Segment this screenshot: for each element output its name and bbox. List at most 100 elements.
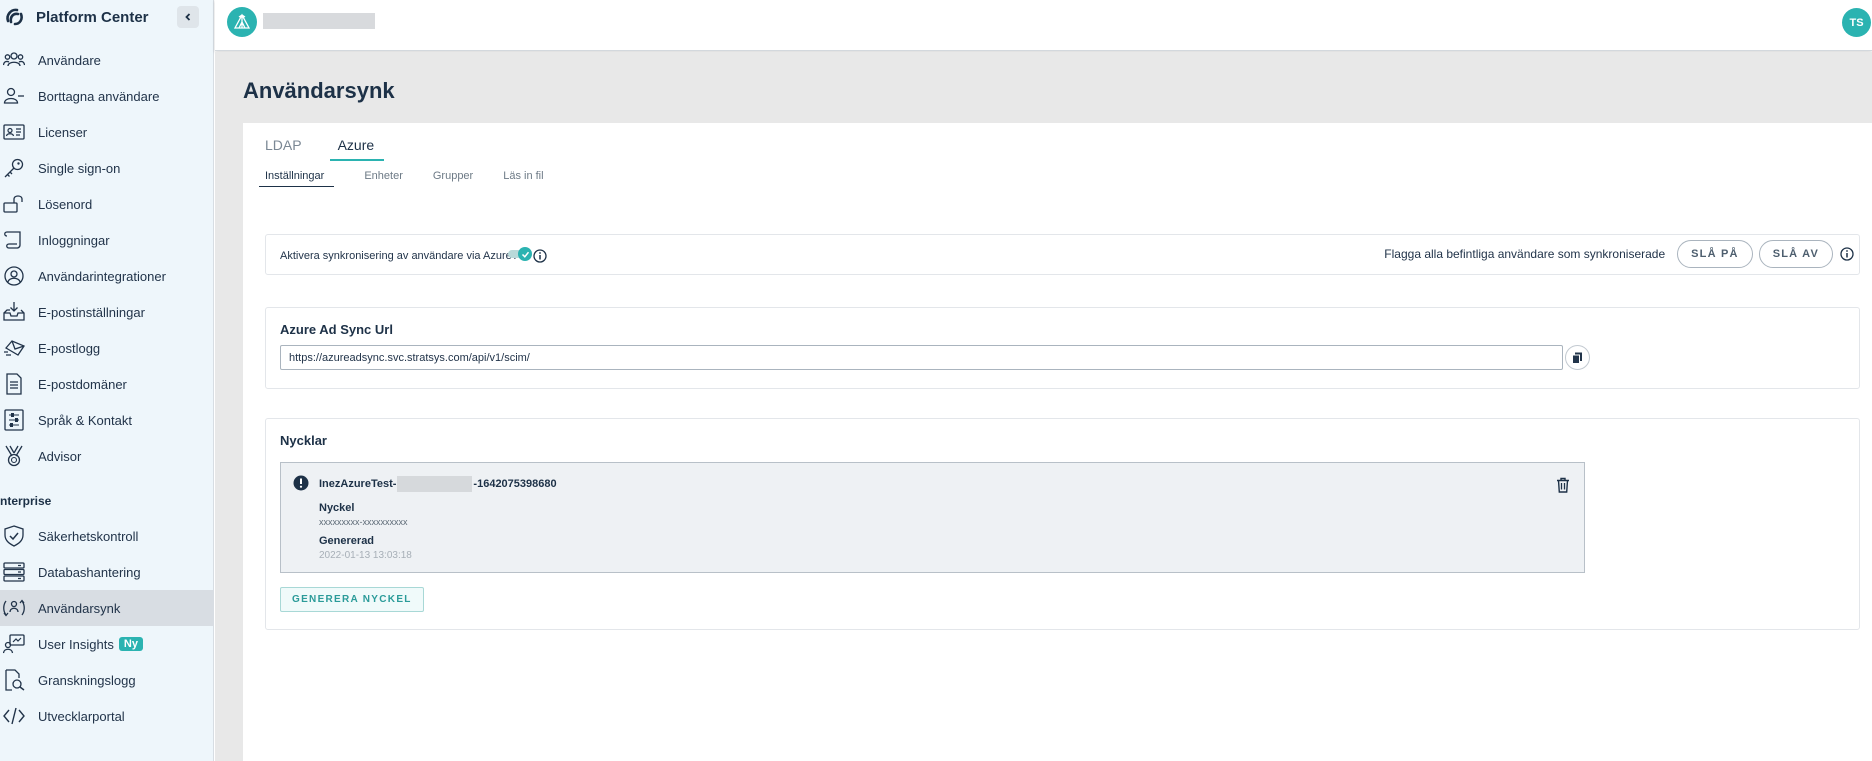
generated-date: 2022-01-13 13:03:18 (319, 550, 412, 561)
key-name-redacted (397, 476, 473, 492)
sidebar-item-label: E-postinställningar (38, 304, 145, 320)
sidebar-item-label: Användarsynk (38, 600, 121, 616)
keys-panel: Nycklar InezAzureTest- -1642075398680 Ny… (265, 418, 1860, 630)
database-icon (2, 560, 26, 584)
document-icon (2, 372, 26, 396)
mail-fly-icon (2, 336, 26, 360)
sidebar-item-database[interactable]: Databashantering (0, 554, 214, 590)
sidebar-item-audit-log[interactable]: Granskningslogg (0, 662, 214, 698)
key-value: xxxxxxxxx-xxxxxxxxxx (319, 517, 408, 527)
sync-url-input[interactable] (280, 345, 1563, 370)
sidebar-item-password[interactable]: Lösenord (0, 186, 214, 222)
sliders-icon (2, 408, 26, 432)
tab-ldap[interactable]: LDAP (265, 137, 310, 161)
subtab-groups[interactable]: Grupper (433, 169, 473, 187)
sidebar-item-label: Licenser (38, 124, 88, 140)
content-card: LDAP Azure Inställningar Enheter Grupper… (243, 123, 1872, 761)
code-icon (2, 704, 26, 728)
generate-key-button[interactable]: GENERERA NYCKEL (280, 587, 424, 612)
sidebar-item-user-integrations[interactable]: Användarintegrationer (0, 258, 214, 294)
key-value-label: Nyckel (319, 502, 355, 514)
tab-azure[interactable]: Azure (329, 137, 385, 161)
azure-subtabs: Inställningar Enheter Grupper Läs in fil (259, 169, 574, 187)
sync-url-title: Azure Ad Sync Url (280, 322, 393, 337)
sidebar-item-label: E-postlogg (38, 340, 101, 356)
user-avatar[interactable]: TS (1842, 8, 1871, 37)
users-icon (2, 48, 26, 72)
key-name-prefix: InezAzureTest- (319, 478, 397, 490)
flag-users-label: Flagga alla befintliga användare som syn… (1384, 247, 1666, 261)
sidebar-item-label: Inloggningar (38, 232, 110, 248)
key-name-suffix: -1642075398680 (473, 478, 557, 490)
subtab-settings[interactable]: Inställningar (259, 169, 335, 187)
sidebar-item-label: Användarintegrationer (38, 268, 166, 284)
subtab-load-file[interactable]: Läs in fil (503, 169, 543, 187)
trash-icon (1557, 477, 1569, 493)
toggle-knob (518, 247, 532, 261)
sync-toggle-label: Aktivera synkronisering av användare via… (280, 250, 530, 262)
sidebar-item-deleted-users[interactable]: Borttagna användare (0, 78, 214, 114)
sidebar-item-licenses[interactable]: Licenser (0, 114, 214, 150)
generated-label: Genererad (319, 535, 375, 547)
organization-name-redacted (263, 13, 375, 29)
inbox-download-icon (2, 300, 26, 324)
new-badge: Ny (118, 637, 143, 651)
user-sync-icon (2, 596, 26, 620)
turn-on-button[interactable]: SLÅ PÅ (1677, 240, 1753, 268)
sidebar-item-label: Användare (38, 52, 101, 68)
sidebar-nav: Användare Borttagna användare Licenser S… (0, 42, 214, 734)
sidebar-item-label: Borttagna användare (38, 88, 160, 104)
key-item: InezAzureTest- -1642075398680 Nyckel xxx… (280, 462, 1585, 573)
sidebar-item-label: Databashantering (38, 564, 141, 580)
tent-icon (233, 13, 251, 29)
key-name: InezAzureTest- -1642075398680 (319, 476, 557, 492)
app-title: Platform Center (36, 8, 149, 26)
sync-url-panel: Azure Ad Sync Url (265, 307, 1860, 389)
delete-key-button[interactable] (1554, 476, 1572, 494)
alert-icon (293, 475, 309, 491)
id-card-icon (2, 120, 26, 144)
sidebar-item-label: Utvecklarportal (38, 708, 125, 724)
sidebar-item-user-sync[interactable]: Användarsynk (0, 590, 214, 626)
sync-settings-panel: Aktivera synkronisering av användare via… (265, 234, 1860, 275)
azure-sync-toggle[interactable] (506, 245, 536, 263)
top-bar: TS (215, 0, 1872, 51)
insights-icon (2, 632, 26, 656)
sidebar-item-advisor[interactable]: Advisor (0, 438, 214, 474)
page-title: Användarsynk (243, 78, 395, 103)
shield-check-icon (2, 524, 26, 548)
user-circle-icon (2, 264, 26, 288)
sidebar-item-sso[interactable]: Single sign-on (0, 150, 214, 186)
turn-off-button[interactable]: SLÅ AV (1758, 240, 1833, 268)
sidebar-item-label: Språk & Kontakt (38, 412, 132, 428)
user-minus-icon (2, 84, 26, 108)
sidebar-item-user-insights[interactable]: User Insights Ny (0, 626, 214, 662)
sidebar-item-language-contact[interactable]: Språk & Kontakt (0, 402, 214, 438)
chevron-left-icon (185, 13, 191, 21)
sidebar-item-developer-portal[interactable]: Utvecklarportal (0, 698, 214, 734)
copy-url-button[interactable] (1565, 345, 1590, 370)
organization-avatar[interactable] (227, 7, 257, 37)
sidebar-item-email-domains[interactable]: E-postdomäner (0, 366, 214, 402)
sidebar-section-enterprise: nterprise (0, 494, 52, 508)
sidebar-item-label: E-postdomäner (38, 376, 127, 392)
main-content: Användarsynk LDAP Azure Inställningar En… (215, 52, 1872, 761)
flag-users-area: Flagga alla befintliga användare som syn… (1384, 240, 1855, 268)
medal-icon (2, 444, 26, 468)
info-icon[interactable] (1839, 246, 1855, 262)
sidebar-item-users[interactable]: Användare (0, 42, 214, 78)
check-icon (521, 251, 529, 258)
sidebar-item-label: User Insights (38, 636, 114, 652)
scroll-icon (2, 228, 26, 252)
subtab-devices[interactable]: Enheter (364, 169, 403, 187)
sidebar-item-security-check[interactable]: Säkerhetskontroll (0, 518, 214, 554)
sidebar-item-label: Lösenord (38, 196, 93, 212)
sidebar-item-label: Säkerhetskontroll (38, 528, 139, 544)
sidebar-item-email-log[interactable]: E-postlogg (0, 330, 214, 366)
sidebar: Platform Center Användare Borttagna anvä… (0, 0, 214, 761)
keys-title: Nycklar (280, 433, 327, 448)
sidebar-item-label: Granskningslogg (38, 672, 136, 688)
collapse-sidebar-button[interactable] (177, 6, 199, 28)
sidebar-item-email-settings[interactable]: E-postinställningar (0, 294, 214, 330)
sidebar-item-logins[interactable]: Inloggningar (0, 222, 214, 258)
